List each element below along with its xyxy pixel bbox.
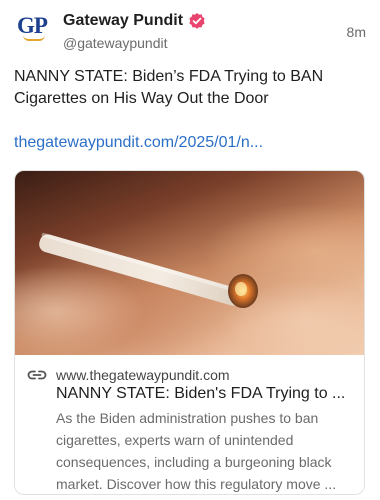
display-name-row: Gateway Pundit: [63, 10, 206, 32]
post[interactable]: GP Gateway Pundit @gatewaypundit 8m NANN…: [0, 0, 380, 500]
link-preview-card[interactable]: www.thegatewaypundit.com NANNY STATE: Bi…: [14, 170, 365, 495]
post-text: NANNY STATE: Biden’s FDA Trying to BAN C…: [14, 68, 324, 107]
verified-badge-icon: [188, 12, 206, 30]
post-timestamp[interactable]: 8m: [347, 24, 366, 40]
author-display-name[interactable]: Gateway Pundit: [63, 12, 183, 30]
post-link[interactable]: thegatewaypundit.com/2025/01/n...: [14, 132, 364, 154]
avatar[interactable]: GP: [14, 14, 50, 52]
author-names: Gateway Pundit @gatewaypundit: [63, 10, 206, 51]
link-preview-description: As the Biden administration pushes to ba…: [56, 410, 337, 492]
avatar-swoosh: [23, 35, 45, 41]
link-domain-row: www.thegatewaypundit.com: [27, 367, 230, 383]
author-handle[interactable]: @gatewaypundit: [63, 35, 206, 51]
link-preview-image: [15, 171, 364, 355]
post-header: GP Gateway Pundit @gatewaypundit 8m: [14, 10, 366, 54]
link-domain: www.thegatewaypundit.com: [56, 367, 230, 383]
link-preview-title[interactable]: NANNY STATE: Biden's FDA Trying to ...: [56, 383, 358, 405]
link-icon: [27, 368, 47, 382]
